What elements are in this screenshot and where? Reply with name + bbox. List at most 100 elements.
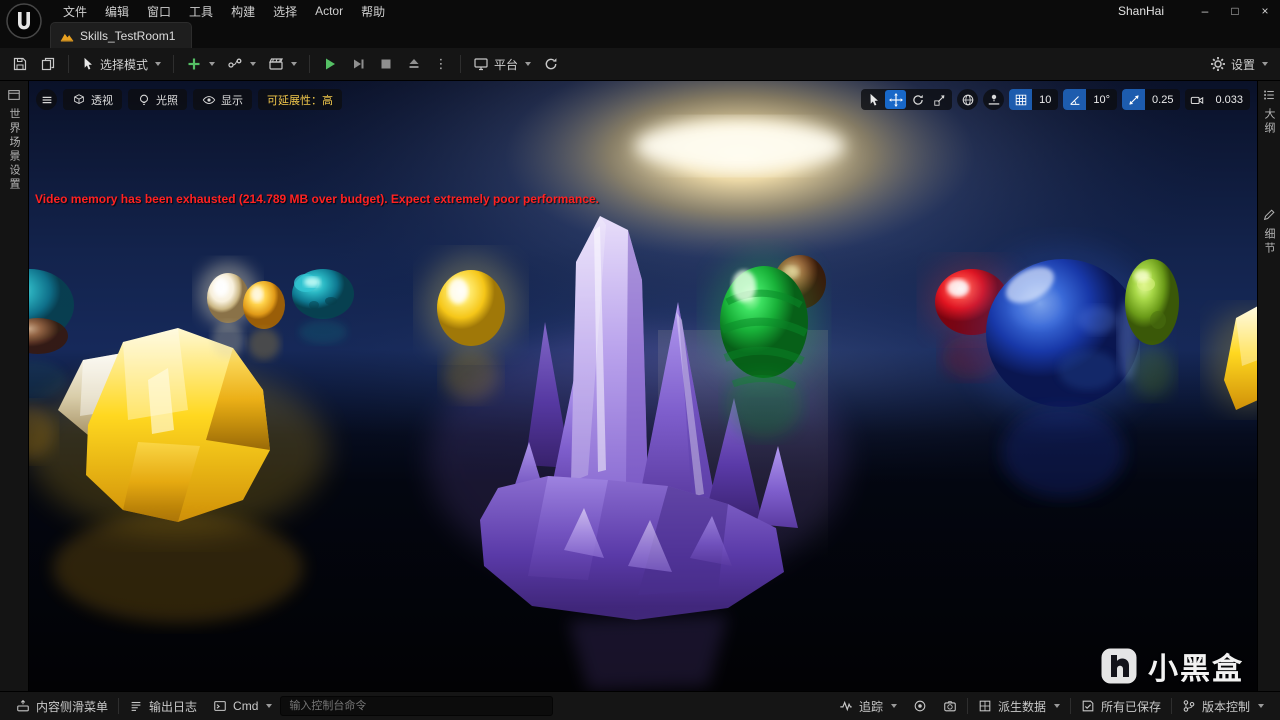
hamburger-icon [42, 96, 51, 103]
perspective-dropdown[interactable]: 透视 [63, 89, 122, 110]
derived-data-label: 派生数据 [997, 699, 1046, 714]
eject-button[interactable] [401, 52, 427, 76]
content-drawer-button[interactable]: 内容侧滑菜单 [8, 692, 116, 720]
insights-button[interactable] [905, 692, 935, 720]
menu-help[interactable]: 帮助 [352, 0, 394, 22]
console-input[interactable] [280, 696, 554, 716]
lit-label: 光照 [156, 94, 178, 107]
menu-build[interactable]: 构建 [222, 0, 264, 22]
chevron-down-icon [209, 62, 216, 66]
select-mode-dropdown[interactable]: 选择模式 [76, 52, 166, 76]
separator [68, 55, 69, 73]
scale-snap-value[interactable]: 0.25 [1145, 94, 1180, 106]
console-dropdown[interactable]: Cmd [205, 692, 280, 720]
settings-label: 设置 [1230, 57, 1255, 72]
maximize-button[interactable]: □ [1220, 0, 1250, 22]
main-toolbar: 选择模式 ⋮ 平台 设置 [0, 48, 1280, 81]
view-mode-dropdown[interactable]: 光照 [128, 89, 187, 110]
minimize-button[interactable]: – [1190, 0, 1220, 22]
menu-bar: 文件 编辑 窗口 工具 构建 选择 Actor 帮助 ShanHai – □ × [0, 0, 1280, 22]
world-coords-button[interactable] [957, 89, 979, 110]
transform-tools [861, 89, 953, 110]
menu-tools[interactable]: 工具 [180, 0, 222, 22]
chevron-down-icon [1053, 704, 1060, 708]
rotation-snap-control[interactable]: 10° [1063, 89, 1118, 110]
chevron-down-icon [291, 62, 298, 66]
watermark-text: 小黑盒 [1148, 653, 1244, 686]
session-name: ShanHai [1117, 4, 1164, 18]
move-tool-button[interactable] [885, 90, 907, 109]
play-button[interactable] [317, 52, 343, 76]
xiaoheihe-logo-icon [1101, 648, 1137, 684]
show-dropdown[interactable]: 显示 [193, 89, 252, 110]
lit-icon [139, 94, 149, 105]
unreal-logo-icon [6, 3, 42, 39]
surface-snap-button[interactable] [983, 89, 1005, 110]
grid-snap-value[interactable]: 10 [1032, 94, 1058, 106]
perspective-label: 透视 [91, 94, 113, 107]
eye-icon [202, 95, 216, 104]
frame-skip-button[interactable] [345, 52, 371, 76]
play-icon [326, 58, 336, 70]
browse-button[interactable] [35, 52, 61, 76]
add-actor-dropdown[interactable] [181, 52, 220, 76]
trace-dropdown[interactable]: 追踪 [831, 692, 905, 720]
details-icon [1263, 209, 1275, 221]
output-log-icon [131, 701, 141, 711]
rotation-snap-value[interactable]: 10° [1086, 94, 1117, 106]
globe-icon [962, 94, 973, 105]
rotate-tool-button[interactable] [907, 90, 928, 109]
chevron-down-icon [250, 62, 257, 66]
cinematics-dropdown[interactable] [263, 52, 302, 76]
grid-snap-control[interactable]: 10 [1009, 89, 1059, 110]
derived-data-dropdown[interactable]: 派生数据 [970, 692, 1068, 720]
chevron-down-icon [525, 62, 532, 66]
output-log-button[interactable]: 输出日志 [121, 692, 205, 720]
output-log-label: 输出日志 [149, 699, 198, 714]
save-status-icon [1082, 700, 1094, 712]
viewport-options-button[interactable] [36, 89, 57, 110]
play-options-button[interactable]: ⋮ [429, 52, 453, 76]
scale-snap-control[interactable]: 0.25 [1122, 89, 1181, 110]
select-tool-button[interactable] [863, 90, 884, 109]
tab-skills-testroom1[interactable]: Skills_TestRoom1 [50, 22, 193, 48]
gear-icon [1210, 57, 1225, 71]
menu-edit[interactable]: 编辑 [96, 0, 138, 22]
menu-actor[interactable]: Actor [306, 0, 352, 22]
scale-icon [933, 94, 945, 106]
save-button[interactable] [7, 52, 33, 76]
world-settings-icon [8, 90, 20, 100]
tab-bar: Skills_TestRoom1 [0, 22, 1280, 48]
clapperboard-icon [269, 58, 283, 70]
world-settings-tab[interactable]: 世界场景设置 [6, 108, 22, 192]
trace-label: 追踪 [858, 699, 883, 714]
outliner-tab[interactable]: 大纲 [1261, 108, 1277, 136]
scale-tool-button[interactable] [929, 90, 950, 109]
close-button[interactable]: × [1250, 0, 1280, 22]
viewport[interactable]: 透视 光照 显示 可延展性：高 10 10° 0.25 0.033 Video … [28, 80, 1258, 692]
settings-dropdown[interactable]: 设置 [1205, 52, 1273, 76]
separator [309, 55, 311, 73]
save-status-button[interactable]: 所有已保存 [1073, 692, 1169, 720]
scalability-badge[interactable]: 可延展性：高 [258, 89, 342, 110]
blueprints-dropdown[interactable] [222, 52, 261, 76]
source-control-dropdown[interactable]: 版本控制 [1174, 692, 1272, 720]
recompile-button[interactable] [538, 52, 564, 76]
cursor-icon [870, 93, 878, 106]
right-panel-strip: 大纲 细节 [1257, 80, 1280, 692]
platforms-dropdown[interactable]: 平台 [468, 52, 536, 76]
menu-select[interactable]: 选择 [264, 0, 306, 22]
camera-speed-control[interactable]: 0.033 [1185, 89, 1250, 110]
watermark: 小黑盒 [1100, 644, 1244, 688]
screenshot-button[interactable] [935, 692, 965, 720]
camera-speed-value[interactable]: 0.033 [1208, 94, 1250, 106]
content-drawer-icon [17, 699, 29, 712]
menu-file[interactable]: 文件 [54, 0, 96, 22]
menu-window[interactable]: 窗口 [138, 0, 180, 22]
details-tab[interactable]: 细节 [1261, 228, 1277, 256]
unreal-logo[interactable] [5, 2, 43, 40]
chevron-down-icon [266, 704, 273, 708]
viewport-canvas[interactable] [28, 80, 1258, 692]
stop-button[interactable] [373, 52, 399, 76]
kebab-icon: ⋮ [434, 56, 448, 71]
